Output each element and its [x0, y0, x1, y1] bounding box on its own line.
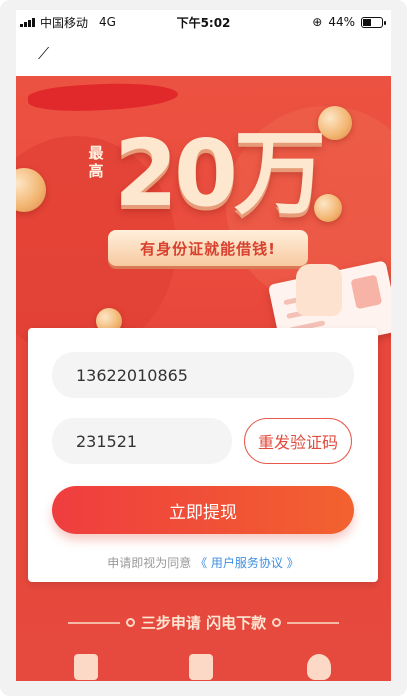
steps-header: 三步申请 闪电下款: [16, 612, 391, 633]
coin-icon: [318, 106, 352, 140]
max-label: 最高: [88, 144, 104, 180]
agreement-prefix: 申请即视为同意: [107, 556, 192, 570]
divider-line: [287, 621, 340, 624]
divider-dot: [125, 618, 135, 627]
hand-illustration: [296, 264, 342, 316]
code-value: 231521: [76, 431, 138, 451]
back-arrow-icon[interactable]: ⟋: [38, 44, 52, 63]
divider-line: [67, 621, 120, 624]
document-icon: [74, 654, 98, 680]
money-bag-icon: [307, 654, 331, 680]
steps-title: 三步申请 闪电下款: [140, 614, 267, 632]
status-right: ⊕ 44%: [312, 15, 386, 29]
service-agreement-link[interactable]: 《 用户服务协议 》: [195, 556, 299, 570]
resend-code-button[interactable]: 重发验证码: [244, 418, 352, 464]
phone-value: 13622010865: [76, 365, 188, 385]
nav-bar: ⟋: [16, 34, 391, 76]
phone-screen: 中国移动 4G 下午5:02 ⊕ 44% ⟋ 最高 20万 有身份证就能借钱!: [0, 0, 407, 696]
loan-form: 13622010865 231521 重发验证码 立即提现 申请即视为同意 《 …: [28, 328, 378, 582]
agreement-text: 申请即视为同意 《 用户服务协议 》: [28, 554, 378, 571]
banner-tagline: 有身份证就能借钱!: [108, 230, 308, 266]
divider-dot: [272, 618, 282, 627]
withdraw-button[interactable]: 立即提现: [52, 486, 354, 534]
form-edit-icon: [189, 654, 213, 680]
id-photo: [350, 274, 383, 310]
redacted-mark: [27, 80, 179, 114]
battery-icon: [361, 16, 386, 28]
lock-rotation-icon: ⊕: [312, 15, 323, 29]
phone-input[interactable]: 13622010865: [52, 352, 354, 398]
battery-percent: 44%: [328, 15, 355, 29]
loan-amount: 20万: [114, 120, 326, 227]
status-bar: 中国移动 4G 下午5:02 ⊕ 44%: [16, 10, 391, 34]
code-input[interactable]: 231521: [52, 418, 232, 464]
